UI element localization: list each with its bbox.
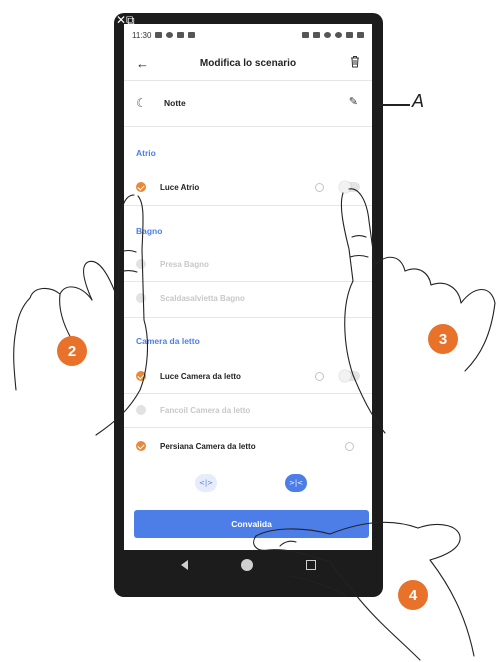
divider [124, 205, 372, 206]
checkbox-checked[interactable] [136, 371, 146, 381]
label-a: A [412, 91, 425, 111]
callout-2: 2 [57, 336, 87, 366]
checkbox-unchecked[interactable] [136, 293, 146, 303]
confirm-button[interactable]: Convalida [134, 510, 369, 538]
clock-icon[interactable] [315, 372, 324, 381]
label-a-leader-line [380, 104, 410, 106]
item-label: Luce Atrio [160, 183, 200, 192]
list-item[interactable]: Luce Atrio [124, 172, 372, 202]
nav-back-icon[interactable] [180, 560, 188, 570]
item-label: Fancoil Camera da letto [160, 406, 251, 415]
callout-3: 3 [428, 324, 458, 354]
list-item[interactable]: Persiana Camera da letto [124, 431, 372, 461]
nav-recent-icon[interactable] [305, 560, 316, 570]
pencil-icon[interactable]: ✎ [349, 95, 358, 108]
open-shutter-button[interactable]: <|> [195, 474, 217, 492]
android-nav-bar [124, 550, 372, 580]
trash-icon[interactable] [350, 55, 360, 68]
wifi-icon [346, 32, 353, 38]
nav-home-icon[interactable] [240, 559, 253, 571]
item-label: Presa Bagno [160, 260, 209, 269]
section-title-atrio: Atrio [136, 148, 156, 158]
clock-icon[interactable] [345, 442, 354, 451]
section-title-bagno: Bagno [136, 226, 163, 236]
status-bar: 11:30 [124, 24, 372, 46]
item-label: Luce Camera da letto [160, 372, 241, 381]
section-title-camera: Camera da letto [136, 336, 200, 346]
scenario-name: Notte [164, 98, 186, 108]
app-header: ← Modifica lo scenario [124, 50, 372, 76]
list-item[interactable]: Luce Camera da letto [124, 361, 372, 391]
battery-icon [357, 32, 364, 38]
checkbox-checked[interactable] [136, 441, 146, 451]
status-time: 11:30 [132, 30, 152, 40]
notification-icon [177, 32, 185, 38]
callout-4: 4 [398, 580, 428, 610]
divider [124, 317, 372, 318]
item-label: Persiana Camera da letto [160, 442, 256, 451]
divider [124, 80, 372, 81]
close-shutter-button[interactable]: >|< [285, 474, 307, 492]
app-screen: 11:30 ← Modifica lo scenario ☾ Notte ✎ A… [124, 24, 372, 580]
clock-icon[interactable] [315, 183, 324, 192]
nfc-icon [313, 32, 320, 38]
item-label: Scaldasalvietta Bagno [160, 294, 245, 303]
divider [124, 126, 372, 127]
checkbox-checked[interactable] [136, 182, 146, 192]
list-item[interactable]: Presa Bagno [124, 249, 372, 279]
scenario-name-row[interactable]: ☾ Notte ✎ [124, 82, 372, 126]
list-item[interactable]: Scaldasalvietta Bagno [124, 283, 372, 313]
divider [124, 281, 372, 282]
checkbox-unchecked[interactable] [136, 259, 146, 269]
notification-icon [155, 32, 163, 38]
divider [124, 393, 372, 394]
notification-icon [166, 32, 174, 38]
bluetooth-icon [302, 32, 309, 38]
page-title: Modifica lo scenario [199, 57, 297, 69]
location-icon [335, 32, 342, 38]
checkbox-unchecked[interactable] [136, 405, 146, 415]
moon-icon: ☾ [136, 96, 147, 110]
list-item[interactable]: Fancoil Camera da letto [124, 395, 372, 425]
toggle-switch[interactable] [339, 181, 360, 193]
toggle-switch[interactable] [339, 370, 360, 382]
divider [124, 427, 372, 428]
mail-icon [188, 32, 196, 38]
data-saver-icon [324, 32, 331, 38]
